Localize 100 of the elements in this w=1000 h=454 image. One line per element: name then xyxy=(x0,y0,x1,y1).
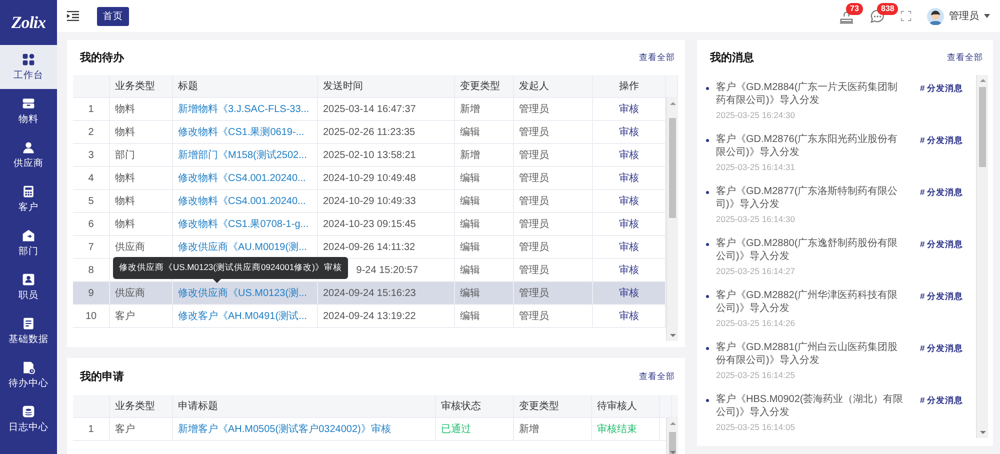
review-link[interactable]: 审核 xyxy=(619,263,639,277)
title-link[interactable]: 新增部门《M158(测试2502... xyxy=(178,148,307,162)
column-header: 审核状态 xyxy=(436,395,514,417)
reviewer-text: 审核结束 xyxy=(592,418,660,440)
table-cell: 编辑 xyxy=(455,167,514,189)
title-link[interactable]: 修改客户《AH.M0491(测试... xyxy=(178,309,307,323)
column-header: 业务类型 xyxy=(110,395,173,417)
row-number: 4 xyxy=(73,167,110,189)
message-time: 2025-03-25 16:24:30 xyxy=(716,110,796,121)
row-number: 8 xyxy=(73,259,110,281)
bullet xyxy=(706,243,709,246)
review-link[interactable]: 审核 xyxy=(619,309,639,323)
column-header: 待审核人 xyxy=(592,395,660,417)
sidebar-item[interactable]: 职员 xyxy=(0,265,57,309)
tag-link[interactable]: # 分发消息 xyxy=(906,393,976,407)
tag-link[interactable]: # 分发消息 xyxy=(906,133,976,147)
title-link[interactable]: 修改物料《CS1.果测0619-... xyxy=(178,125,304,139)
table-row[interactable]: 9 供应商 修改供应商《US.M0123(测... 2024-09-24 15:16:23 编辑 管理员 审核 xyxy=(73,282,666,305)
caret-icon[interactable] xyxy=(984,14,990,18)
review-link[interactable]: 审核 xyxy=(619,286,639,300)
table-cell: 编辑 xyxy=(455,213,514,235)
message-text: 客户《GD.M2882(广州华津医药科技有限公司)》导入分发 xyxy=(716,289,899,315)
column-header: 操作 xyxy=(593,75,666,97)
row-number: 9 xyxy=(73,282,110,304)
table-row[interactable]: 2 物料 修改物料《CS1.果测0619-... 2025-02-26 11:23:35 编辑 管理员 审核 xyxy=(73,121,666,144)
tag-link[interactable]: # 分发消息 xyxy=(906,81,976,95)
menu-icon[interactable] xyxy=(67,11,79,21)
review-link[interactable]: 审核 xyxy=(619,217,639,231)
table-cell: 管理员 xyxy=(514,259,593,281)
table-cell: 管理员 xyxy=(514,98,593,120)
scrollbar[interactable] xyxy=(666,98,678,341)
table-row[interactable]: 1 客户 新增客户《AH.M0505(测试客户0324002)》审核 已通过 新增 审核结束 xyxy=(73,418,666,441)
person-icon xyxy=(22,140,35,154)
table-row[interactable]: 7 供应商 修改供应商《AU.M0019(测... 2024-09-26 14:11:32 编辑 管理员 审核 xyxy=(73,236,666,259)
tab[interactable]: 首页 xyxy=(97,7,129,26)
title-link[interactable]: 修改物料《CS4.001.20240... xyxy=(178,194,306,208)
review-link[interactable]: 审核 xyxy=(619,240,639,254)
review-link[interactable]: 审核 xyxy=(619,171,639,185)
table-cell: 物料 xyxy=(110,190,173,212)
table-row[interactable]: 4 物料 修改物料《CS4.001.20240... 2024-10-29 10:49:48 编辑 管理员 审核 xyxy=(73,167,666,190)
view-all-link[interactable]: 查看全部 xyxy=(947,52,983,64)
bullet xyxy=(706,347,709,350)
view-all-link[interactable]: 查看全部 xyxy=(639,52,675,64)
review-link[interactable]: 审核 xyxy=(619,148,639,162)
table-cell: 编辑 xyxy=(455,259,514,281)
review-link[interactable]: 审核 xyxy=(619,125,639,139)
title-link[interactable]: 修改供应商《AU.M0019(测... xyxy=(178,240,307,254)
review-link[interactable]: 审核 xyxy=(619,102,639,116)
message-time: 2025-03-25 16:14:25 xyxy=(716,370,796,381)
document-icon xyxy=(22,316,35,330)
bullet xyxy=(706,295,709,298)
row-number: 10 xyxy=(73,305,110,327)
bullet xyxy=(706,191,709,194)
sidebar-item[interactable]: 日志中心 xyxy=(0,397,57,441)
message-text: 客户《HBS.M0902(荟海药业（湖北）有限公司)》导入分发 xyxy=(716,393,904,419)
sidebar-item[interactable]: 客户 xyxy=(0,177,57,221)
table-row[interactable]: 3 部门 新增部门《M158(测试2502... 2025-02-10 13:58:21 新增 管理员 审核 xyxy=(73,144,666,167)
sidebar-item[interactable]: 部门 xyxy=(0,221,57,265)
row-number: 3 xyxy=(73,144,110,166)
message-text: 客户《GD.M2884(广东一片天医药集团制药有限公司)》导入分发 xyxy=(716,81,899,107)
table-cell: 2024-09-26 14:11:32 xyxy=(318,236,455,258)
user-name[interactable]: 管理员 xyxy=(949,9,979,23)
tag-link[interactable]: # 分发消息 xyxy=(906,185,976,199)
avatar[interactable] xyxy=(927,8,944,24)
table-cell: 物料 xyxy=(110,98,173,120)
sidebar-item[interactable]: 供应商 xyxy=(0,133,57,177)
tag-link[interactable]: # 分发消息 xyxy=(906,289,976,303)
clock-document-icon xyxy=(22,360,35,374)
column-header: 业务类型 xyxy=(110,75,173,97)
scrollbar[interactable] xyxy=(976,75,988,438)
table-row[interactable]: 5 物料 修改物料《CS4.001.20240... 2024-10-29 10:49:33 编辑 管理员 审核 xyxy=(73,190,666,213)
table-cell: 编辑 xyxy=(455,121,514,143)
drawer-icon xyxy=(22,96,35,110)
tag-link[interactable]: # 分发消息 xyxy=(906,341,976,355)
id-card-icon xyxy=(22,272,35,286)
title-link[interactable]: 新增物料《3.J.SAC-FLS-33... xyxy=(178,102,310,116)
count-badge: 73 xyxy=(846,2,863,14)
message-time: 2025-03-25 16:14:30 xyxy=(716,214,796,225)
sidebar-item[interactable]: 工作台 xyxy=(0,45,57,89)
scrollbar[interactable] xyxy=(666,418,678,454)
sidebar-item[interactable]: 物料 xyxy=(0,89,57,133)
tag-link[interactable]: # 分发消息 xyxy=(906,237,976,251)
sidebar-item[interactable]: 基础数据 xyxy=(0,309,57,353)
title-link[interactable]: 新增客户《AH.M0505(测试客户0324002)》审核 xyxy=(178,422,391,436)
column-header: 标题 xyxy=(173,75,318,97)
table-row[interactable]: 10 客户 修改客户《AH.M0491(测试... 2024-09-24 13:19:22 编辑 管理员 审核 xyxy=(73,305,666,328)
table-row[interactable]: 1 物料 新增物料《3.J.SAC-FLS-33... 2025-03-14 16:47:37 新增 管理员 审核 xyxy=(73,98,666,121)
column-header: 申请标题 xyxy=(173,395,436,417)
fullscreen-icon[interactable] xyxy=(901,11,911,21)
title-link[interactable]: 修改物料《CS1.果0708-1-g... xyxy=(178,217,309,231)
title-link[interactable]: 修改物料《CS4.001.20240... xyxy=(178,171,306,185)
table-cell: 管理员 xyxy=(514,305,593,327)
count-badge: 838 xyxy=(877,2,898,14)
table-row[interactable]: 6 物料 修改物料《CS1.果0708-1-g... 2024-10-23 09:15:45 编辑 管理员 审核 xyxy=(73,213,666,236)
table-cell: 编辑 xyxy=(455,305,514,327)
table-cell: 2024-10-23 09:15:45 xyxy=(318,213,455,235)
table-cell: 供应商 xyxy=(110,282,173,304)
sidebar-item[interactable]: 待办中心 xyxy=(0,353,57,397)
view-all-link[interactable]: 查看全部 xyxy=(639,370,675,382)
review-link[interactable]: 审核 xyxy=(619,194,639,208)
